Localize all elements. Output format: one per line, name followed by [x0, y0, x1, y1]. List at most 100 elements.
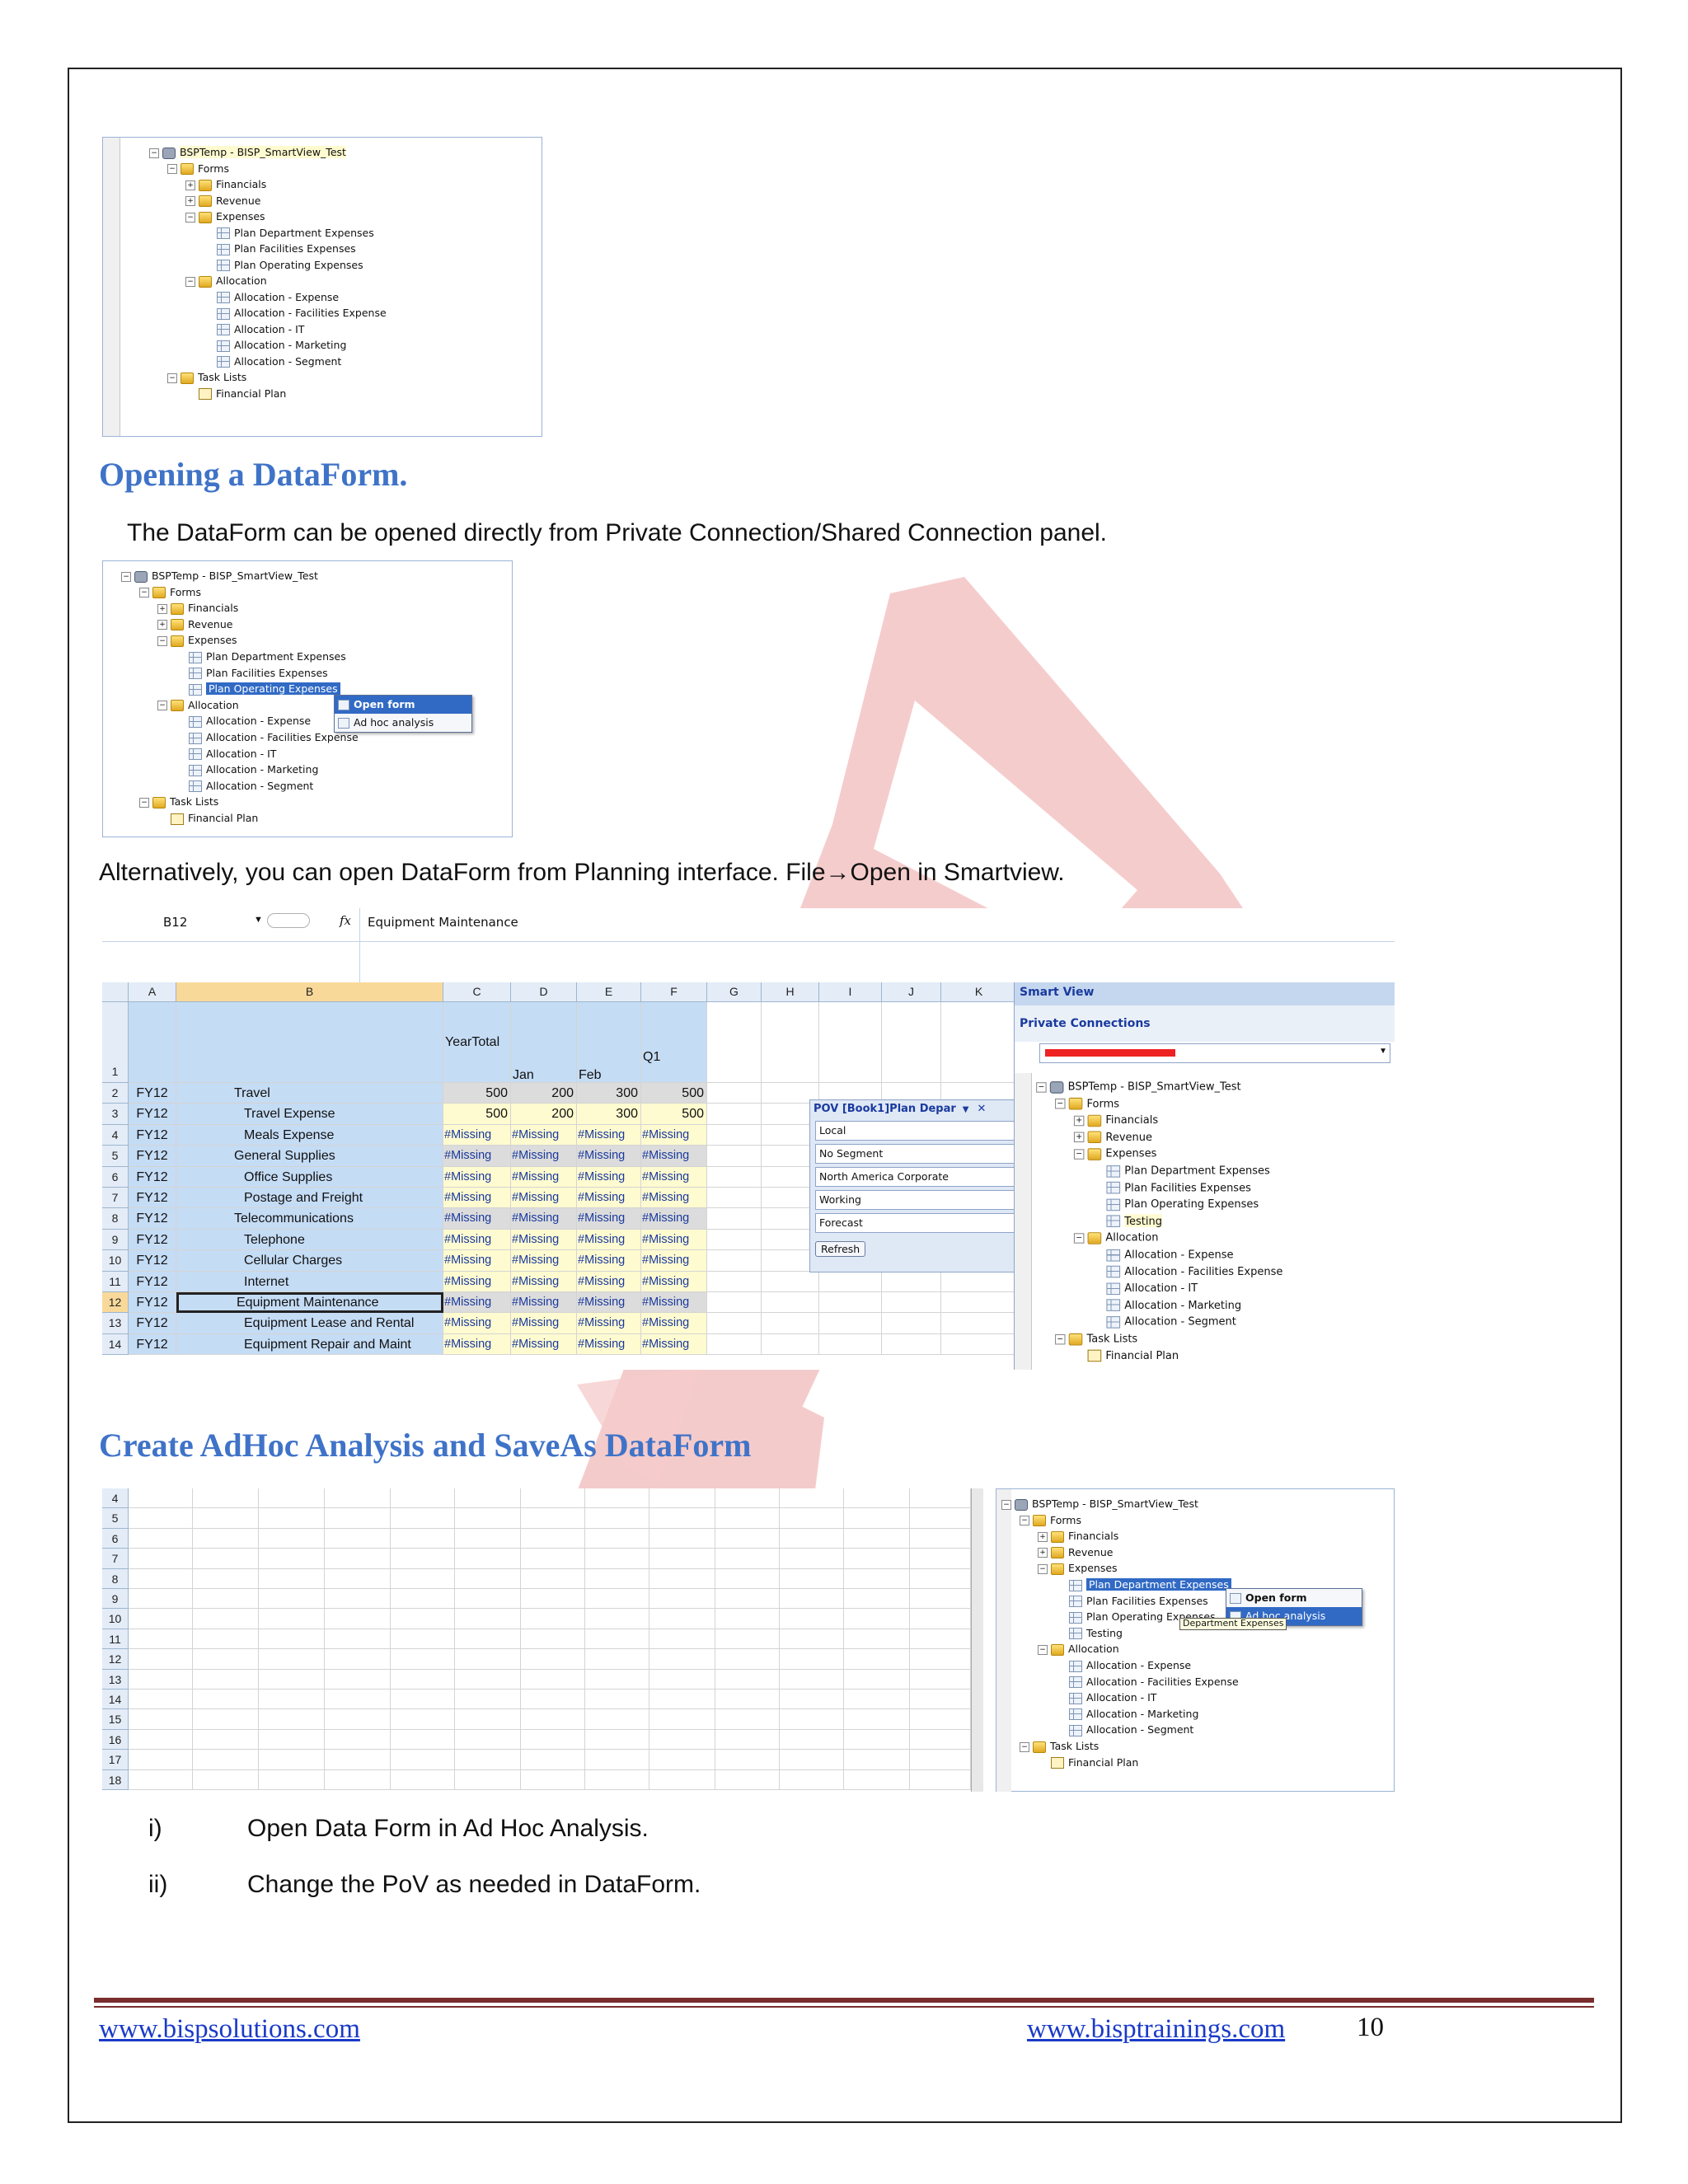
cell[interactable]: [193, 1769, 259, 1790]
cell-year[interactable]: FY12: [129, 1292, 176, 1314]
cell[interactable]: [391, 1649, 455, 1670]
column-label-cell[interactable]: Q1: [641, 1002, 707, 1083]
cell-value[interactable]: #Missing: [511, 1271, 577, 1292]
cell-value[interactable]: #Missing: [443, 1208, 511, 1230]
cell-value[interactable]: #Missing: [511, 1292, 577, 1314]
row-header[interactable]: 10: [102, 1250, 129, 1272]
column-header[interactable]: C: [443, 982, 511, 1002]
tree-task-fin-plan[interactable]: Financial Plan: [996, 1755, 1394, 1771]
cell[interactable]: [193, 1549, 259, 1569]
tree-folder-revenue[interactable]: + Revenue: [1033, 1128, 1395, 1145]
cell[interactable]: [819, 1292, 882, 1314]
row-header[interactable]: 12: [102, 1649, 129, 1670]
cell[interactable]: [521, 1669, 585, 1690]
cell-account[interactable]: Equipment Repair and Maint: [176, 1333, 443, 1356]
collapse-icon[interactable]: −: [149, 148, 159, 158]
cell[interactable]: [391, 1508, 455, 1529]
cell[interactable]: [707, 1250, 762, 1272]
tree-folder-revenue[interactable]: + Revenue: [103, 193, 542, 209]
collapse-icon[interactable]: −: [1038, 1644, 1048, 1655]
row-header[interactable]: 2: [102, 1083, 129, 1104]
cell-year[interactable]: FY12: [129, 1250, 176, 1272]
tree-form-alloc-seg[interactable]: Allocation - Segment: [1033, 1313, 1395, 1329]
collapse-icon[interactable]: −: [1055, 1333, 1066, 1344]
row-header[interactable]: 4: [102, 1488, 129, 1509]
collapse-icon[interactable]: −: [1020, 1741, 1029, 1752]
tree-folder-financials[interactable]: + Financials: [996, 1528, 1394, 1544]
cell[interactable]: [819, 1313, 882, 1334]
cell-value[interactable]: #Missing: [577, 1292, 641, 1314]
cell[interactable]: [585, 1508, 649, 1529]
row-header[interactable]: 9: [102, 1589, 129, 1610]
tree-form-alloc-mkt[interactable]: Allocation - Marketing: [103, 337, 542, 354]
cell-value[interactable]: #Missing: [641, 1229, 707, 1251]
row-header[interactable]: 15: [102, 1709, 129, 1730]
cell[interactable]: [325, 1508, 391, 1529]
cell[interactable]: [193, 1690, 259, 1710]
cell[interactable]: [715, 1629, 780, 1650]
cell[interactable]: [325, 1549, 391, 1569]
cell[interactable]: [129, 1690, 193, 1710]
cell[interactable]: [707, 1271, 762, 1292]
tree-folder-forms[interactable]: − Forms: [1033, 1094, 1395, 1111]
tree-root[interactable]: − BSPTemp - BISP_SmartView_Test: [1033, 1078, 1395, 1094]
cell[interactable]: [259, 1690, 325, 1710]
tree-form-plan-fac[interactable]: Plan Facilities Expenses: [1033, 1179, 1395, 1195]
cell[interactable]: [455, 1709, 521, 1730]
cell-account[interactable]: Telephone: [176, 1229, 443, 1251]
tree-folder-forms[interactable]: − Forms: [103, 584, 512, 601]
cell[interactable]: [780, 1750, 844, 1770]
cell-account[interactable]: Travel Expense: [176, 1104, 443, 1125]
cell[interactable]: [707, 1208, 762, 1230]
column-header[interactable]: B: [176, 982, 443, 1002]
cell[interactable]: [941, 1002, 1017, 1083]
cell[interactable]: [707, 1002, 762, 1083]
tree-form-alloc-it[interactable]: Allocation - IT: [1033, 1280, 1395, 1296]
cell[interactable]: [844, 1609, 910, 1629]
cell[interactable]: [455, 1568, 521, 1589]
cell[interactable]: [780, 1549, 844, 1569]
cell-value[interactable]: #Missing: [443, 1166, 511, 1188]
tree-form-alloc-fac[interactable]: Allocation - Facilities Expense: [996, 1674, 1394, 1690]
cell[interactable]: [844, 1549, 910, 1569]
cell[interactable]: [325, 1528, 391, 1549]
cell-year[interactable]: FY12: [129, 1146, 176, 1167]
cell[interactable]: [844, 1508, 910, 1529]
footer-link-trainings[interactable]: www.bisptrainings.com: [1027, 2014, 1285, 2045]
cell-value[interactable]: #Missing: [577, 1208, 641, 1230]
row-header[interactable]: 13: [102, 1313, 129, 1334]
cell[interactable]: [715, 1769, 780, 1790]
footer-link-solutions[interactable]: www.bispsolutions.com: [99, 2014, 360, 2045]
cell[interactable]: [455, 1729, 521, 1750]
tree-folder-task-lists[interactable]: − Task Lists: [1033, 1330, 1395, 1347]
cell[interactable]: [649, 1589, 715, 1610]
cell[interactable]: [193, 1750, 259, 1770]
cell[interactable]: [762, 1292, 819, 1314]
cell[interactable]: [780, 1609, 844, 1629]
collapse-icon[interactable]: −: [157, 635, 167, 646]
cell[interactable]: [521, 1690, 585, 1710]
tree-root[interactable]: − BSPTemp - BISP_SmartView_Test: [103, 144, 542, 161]
cell[interactable]: [193, 1508, 259, 1529]
cell[interactable]: [780, 1629, 844, 1650]
cell[interactable]: [193, 1609, 259, 1629]
cell[interactable]: [715, 1690, 780, 1710]
cell[interactable]: [882, 1313, 941, 1334]
cell-value[interactable]: #Missing: [641, 1313, 707, 1334]
cell-value[interactable]: #Missing: [577, 1229, 641, 1251]
cell[interactable]: [455, 1609, 521, 1629]
cell[interactable]: [715, 1709, 780, 1730]
cell[interactable]: [649, 1769, 715, 1790]
cell[interactable]: [391, 1690, 455, 1710]
cell[interactable]: [707, 1166, 762, 1188]
tree-form-alloc-it[interactable]: Allocation - IT: [103, 746, 512, 762]
column-header[interactable]: E: [577, 982, 641, 1002]
open-form-menu-item[interactable]: Open form: [1226, 1589, 1362, 1607]
cell[interactable]: [259, 1528, 325, 1549]
cell[interactable]: [707, 1292, 762, 1314]
column-label-cell[interactable]: YearTotal: [443, 1002, 511, 1083]
column-header[interactable]: A: [129, 982, 176, 1002]
cell-year[interactable]: FY12: [129, 1104, 176, 1125]
collapse-icon[interactable]: −: [185, 276, 195, 287]
collapse-icon[interactable]: −: [1073, 1233, 1085, 1244]
